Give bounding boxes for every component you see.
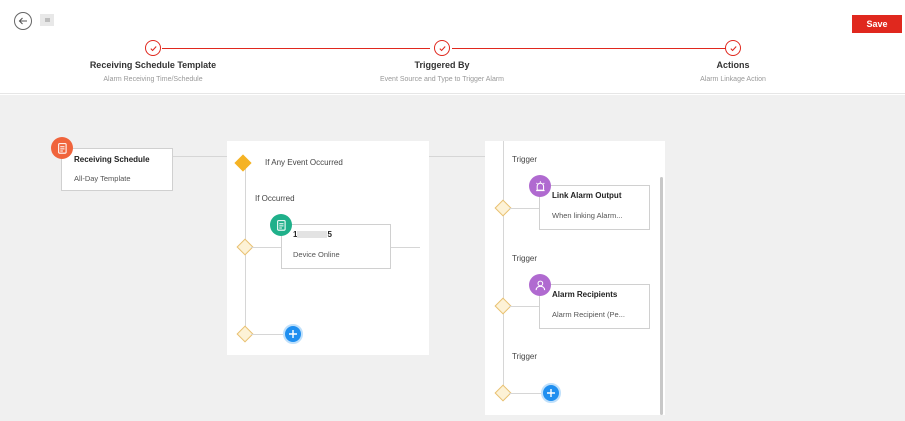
document-icon: [276, 219, 286, 231]
trigger-label: Trigger: [512, 352, 538, 361]
connector-line: [390, 247, 420, 248]
flow-canvas: Receiving Schedule All-Day Template If A…: [0, 95, 905, 421]
action-node-alarm-output[interactable]: Link Alarm Output When linking Alarm...: [539, 185, 650, 230]
trigger-label: Trigger: [512, 254, 538, 263]
actions-panel: [485, 141, 665, 415]
recipients-icon-badge: [529, 274, 551, 296]
document-icon: [57, 142, 67, 154]
page-title-placeholder: [40, 14, 54, 26]
add-action-button[interactable]: [541, 383, 561, 403]
back-arrow-icon: [18, 17, 27, 25]
source-name: 15: [293, 230, 332, 239]
trigger-label: Trigger: [512, 155, 538, 164]
step-subtitle: Event Source and Type to Trigger Alarm: [380, 76, 504, 83]
source-icon-badge: [270, 214, 292, 236]
user-icon: [535, 280, 545, 290]
step-title[interactable]: Receiving Schedule Template: [43, 60, 263, 70]
event-source-node[interactable]: 15 Device Online: [281, 224, 391, 269]
save-button[interactable]: Save: [852, 15, 902, 33]
step-title[interactable]: Actions: [623, 60, 843, 70]
step-connector: [452, 48, 728, 49]
redacted-text: [297, 231, 328, 239]
step-subtitle: Alarm Linkage Action: [700, 76, 766, 83]
connector-line: [429, 156, 485, 157]
step-connector: [162, 48, 430, 49]
check-icon: [438, 45, 446, 51]
step-check-1: [145, 40, 161, 56]
connector-line: [509, 306, 539, 307]
occurred-label: If Occurred: [255, 194, 295, 203]
action-node-alarm-recipients[interactable]: Alarm Recipients Alarm Recipient (Pe...: [539, 284, 650, 329]
connector-line: [172, 156, 228, 157]
wizard-header: Save Receiving Schedule Template Alarm R…: [0, 0, 905, 94]
step-check-2: [434, 40, 450, 56]
back-button[interactable]: [14, 12, 32, 30]
check-icon: [149, 45, 157, 51]
connector-line: [251, 334, 283, 335]
schedule-icon-badge: [51, 137, 73, 159]
node-title: Receiving Schedule: [74, 155, 150, 164]
source-name-suffix: 5: [327, 230, 332, 239]
source-event: Device Online: [293, 250, 340, 259]
node-value: All-Day Template: [74, 174, 131, 183]
plus-icon: [289, 330, 297, 338]
action-value: Alarm Recipient (Pe...: [552, 310, 625, 319]
step-subtitle: Alarm Receiving Time/Schedule: [103, 76, 203, 83]
step-check-3: [725, 40, 741, 56]
connector-line: [251, 247, 281, 248]
step-title[interactable]: Triggered By: [332, 60, 552, 70]
plus-icon: [547, 389, 555, 397]
check-icon: [729, 45, 737, 51]
action-title: Alarm Recipients: [552, 290, 618, 299]
schedule-node[interactable]: Receiving Schedule All-Day Template: [61, 148, 173, 191]
alarm-output-icon-badge: [529, 175, 551, 197]
action-value: When linking Alarm...: [552, 211, 623, 220]
condition-label: If Any Event Occurred: [265, 158, 343, 167]
connector-line: [509, 393, 541, 394]
action-title: Link Alarm Output: [552, 191, 622, 200]
actions-scrollbar[interactable]: [660, 177, 663, 415]
alarm-output-icon: [535, 180, 545, 191]
connector-line: [509, 208, 539, 209]
add-trigger-button[interactable]: [283, 324, 303, 344]
branch-line: [503, 141, 504, 395]
